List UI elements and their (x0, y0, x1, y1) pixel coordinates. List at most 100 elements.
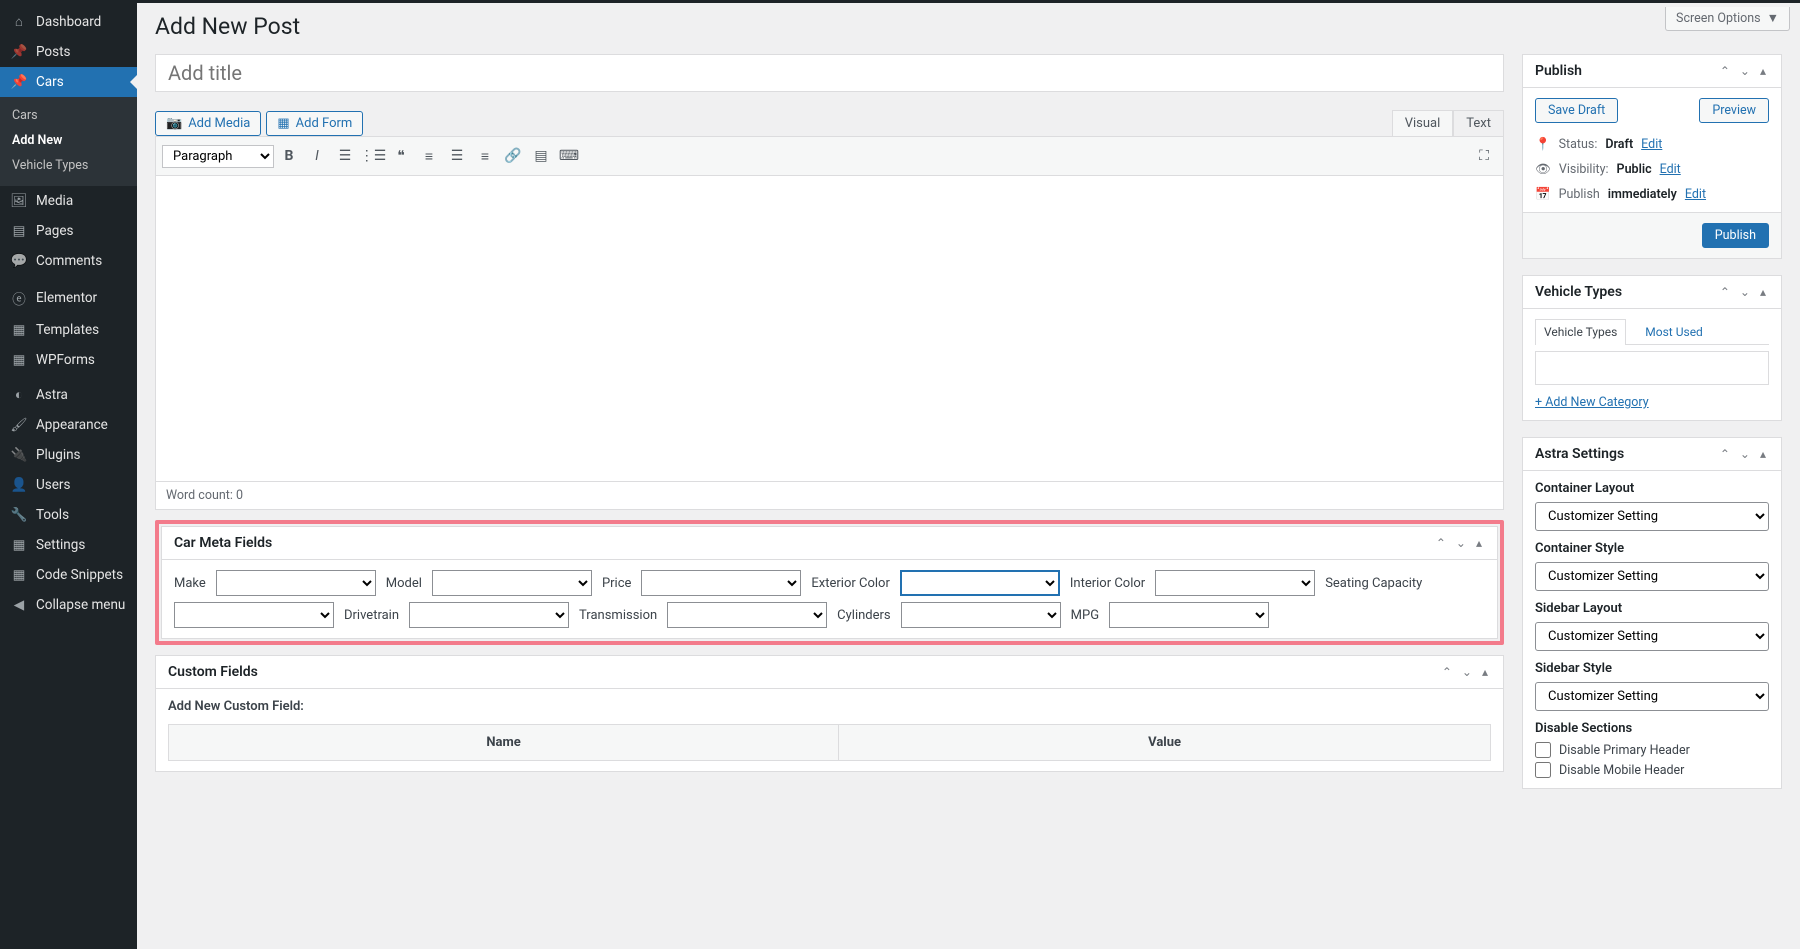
tab-visual[interactable]: Visual (1392, 110, 1454, 136)
sidebar-style-label: Sidebar Style (1535, 661, 1769, 676)
nav-wpforms[interactable]: ▦WPForms (0, 345, 137, 375)
custom-fields-box: Custom Fields ⌃ ⌄ ▴ Add New Custom Field… (155, 655, 1504, 772)
int-color-select[interactable] (1155, 570, 1315, 596)
align-left-button[interactable]: ≡ (416, 143, 442, 169)
tab-text[interactable]: Text (1453, 110, 1504, 136)
toggle-icon[interactable]: ▴ (1757, 285, 1769, 299)
toggle-icon[interactable]: ▴ (1479, 665, 1491, 679)
bold-button[interactable]: B (276, 143, 302, 169)
cylinders-select[interactable] (901, 602, 1061, 628)
toggle-icon[interactable]: ▴ (1473, 536, 1485, 550)
nav-elementor[interactable]: ⓔElementor (0, 281, 137, 315)
nav-code-snippets[interactable]: ▦Code Snippets (0, 560, 137, 590)
wpforms-icon: ▦ (10, 352, 28, 368)
ext-color-select[interactable] (900, 570, 1060, 596)
subnav-add-new[interactable]: Add New (0, 128, 137, 153)
edit-date-link[interactable]: Edit (1685, 187, 1706, 202)
title-input[interactable] (156, 55, 1503, 91)
comment-icon: 💬 (10, 253, 28, 269)
edit-visibility-link[interactable]: Edit (1660, 162, 1681, 177)
key-icon: 📍 (1535, 137, 1551, 152)
seating-select[interactable] (174, 602, 334, 628)
disable-primary-header-checkbox[interactable] (1535, 742, 1551, 758)
toggle-icon[interactable]: ▴ (1757, 447, 1769, 461)
move-up-icon[interactable]: ⌃ (1439, 665, 1455, 679)
nav-users[interactable]: 👤Users (0, 470, 137, 500)
astra-settings-box: Astra Settings ⌃ ⌄ ▴ Container Layout Cu… (1522, 437, 1782, 789)
screen-options-button[interactable]: Screen Options▼ (1665, 7, 1790, 31)
toggle-icon[interactable]: ▴ (1757, 64, 1769, 78)
fullscreen-button[interactable]: ⛶ (1471, 143, 1497, 169)
make-label: Make (174, 576, 206, 591)
tax-tab-all[interactable]: Vehicle Types (1535, 319, 1626, 345)
nav-astra[interactable]: ◐Astra (0, 380, 137, 410)
make-select[interactable] (216, 570, 376, 596)
align-right-button[interactable]: ≡ (472, 143, 498, 169)
move-down-icon[interactable]: ⌄ (1737, 285, 1753, 299)
move-up-icon[interactable]: ⌃ (1717, 285, 1733, 299)
toolbar-toggle-button[interactable]: ⌨ (556, 143, 582, 169)
move-up-icon[interactable]: ⌃ (1717, 64, 1733, 78)
tax-tab-mostused[interactable]: Most Used (1636, 319, 1712, 344)
sidebar-layout-select[interactable]: Customizer Setting (1535, 622, 1769, 651)
disable-mobile-header-checkbox[interactable] (1535, 762, 1551, 778)
brush-icon: 🖌 (10, 417, 28, 433)
editor-content[interactable] (156, 176, 1503, 481)
nav-plugins[interactable]: 🔌Plugins (0, 440, 137, 470)
disable-sections-label: Disable Sections (1535, 721, 1769, 736)
vehicle-types-list[interactable] (1535, 351, 1769, 385)
paragraph-select[interactable]: Paragraph (162, 145, 274, 168)
align-center-button[interactable]: ☰ (444, 143, 470, 169)
nav-templates[interactable]: ▦Templates (0, 315, 137, 345)
nav-media[interactable]: 🖼Media (0, 186, 137, 216)
ol-button[interactable]: ⋮☰ (360, 143, 386, 169)
model-select[interactable] (432, 570, 592, 596)
settings-icon: ▦ (10, 537, 28, 553)
subnav-cars[interactable]: Cars (0, 103, 137, 128)
move-down-icon[interactable]: ⌄ (1453, 536, 1469, 550)
main-content: Screen Options▼ Add New Post 📷Add Media … (137, 3, 1800, 949)
publish-button[interactable]: Publish (1702, 223, 1769, 248)
nav-collapse[interactable]: ◀Collapse menu (0, 590, 137, 620)
add-new-category-link[interactable]: + Add New Category (1535, 395, 1649, 410)
eye-icon: 👁 (1535, 162, 1551, 177)
move-down-icon[interactable]: ⌄ (1459, 665, 1475, 679)
price-select[interactable] (641, 570, 801, 596)
move-up-icon[interactable]: ⌃ (1433, 536, 1449, 550)
nav-appearance[interactable]: 🖌Appearance (0, 410, 137, 440)
nav-comments[interactable]: 💬Comments (0, 246, 137, 276)
add-media-button[interactable]: 📷Add Media (155, 111, 261, 136)
nav-posts[interactable]: 📌Posts (0, 37, 137, 67)
ul-button[interactable]: ☰ (332, 143, 358, 169)
sidebar-style-select[interactable]: Customizer Setting (1535, 682, 1769, 711)
subnav-vehicle-types[interactable]: Vehicle Types (0, 153, 137, 178)
nav-tools[interactable]: 🔧Tools (0, 500, 137, 530)
more-button[interactable]: ▤ (528, 143, 554, 169)
editor-toolbar: Paragraph B I ☰ ⋮☰ ❝ ≡ ☰ ≡ 🔗 ▤ ⌨ ⛶ (156, 137, 1503, 176)
save-draft-button[interactable]: Save Draft (1535, 98, 1618, 123)
move-up-icon[interactable]: ⌃ (1717, 447, 1733, 461)
container-style-select[interactable]: Customizer Setting (1535, 562, 1769, 591)
preview-button[interactable]: Preview (1699, 98, 1769, 123)
form-icon: ▦ (277, 116, 289, 131)
add-form-button[interactable]: ▦Add Form (266, 111, 363, 136)
nav-settings[interactable]: ▦Settings (0, 530, 137, 560)
drivetrain-select[interactable] (409, 602, 569, 628)
move-down-icon[interactable]: ⌄ (1737, 64, 1753, 78)
link-button[interactable]: 🔗 (500, 143, 526, 169)
container-layout-select[interactable]: Customizer Setting (1535, 502, 1769, 531)
chevron-down-icon: ▼ (1767, 11, 1779, 26)
cars-subnav: Cars Add New Vehicle Types (0, 97, 137, 186)
transmission-select[interactable] (667, 602, 827, 628)
italic-button[interactable]: I (304, 143, 330, 169)
move-down-icon[interactable]: ⌄ (1737, 447, 1753, 461)
plug-icon: 🔌 (10, 447, 28, 463)
nav-dashboard[interactable]: ⌂Dashboard (0, 7, 137, 37)
elementor-icon: ⓔ (10, 288, 28, 308)
nav-cars[interactable]: 📌Cars (0, 67, 137, 97)
add-custom-field-label: Add New Custom Field: (168, 699, 1491, 714)
nav-pages[interactable]: ▤Pages (0, 216, 137, 246)
edit-status-link[interactable]: Edit (1641, 137, 1662, 152)
mpg-select[interactable] (1109, 602, 1269, 628)
quote-button[interactable]: ❝ (388, 143, 414, 169)
